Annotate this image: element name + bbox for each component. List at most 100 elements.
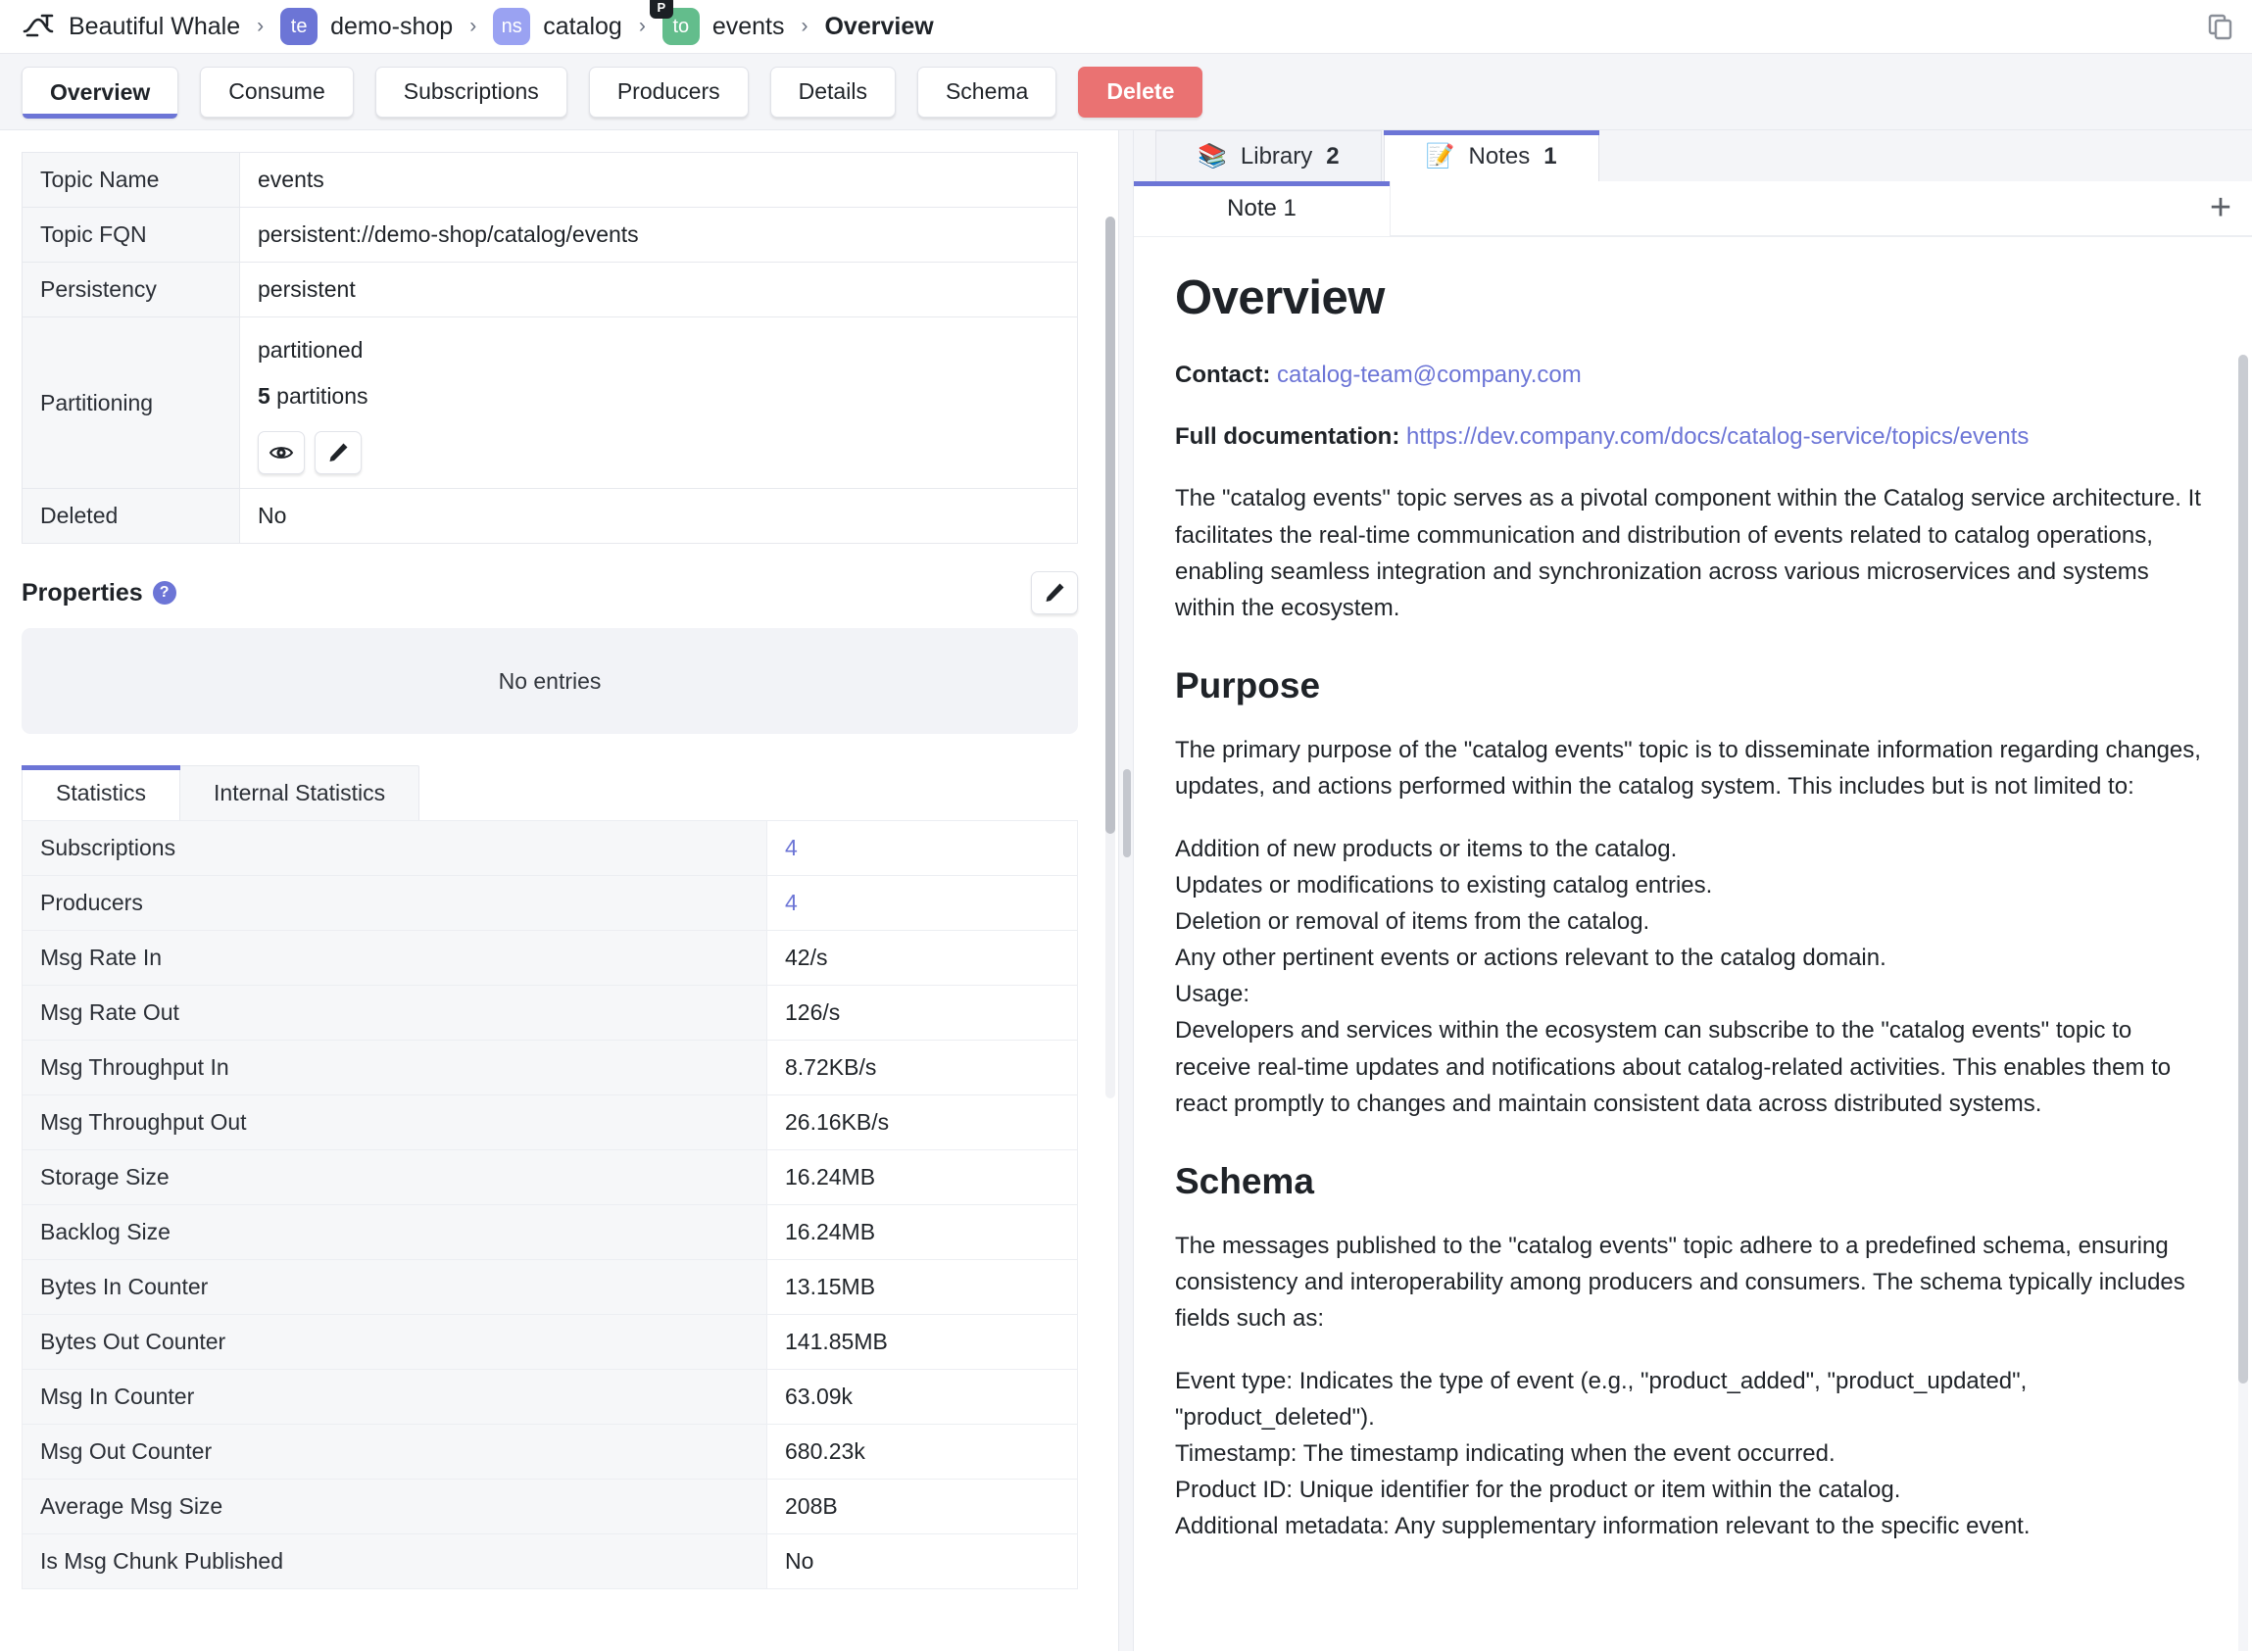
- properties-header: Properties ?: [22, 571, 1078, 614]
- breadcrumb-label-instance: Beautiful Whale: [69, 12, 241, 40]
- stat-key: Subscriptions: [22, 820, 767, 876]
- note-heading-purpose: Purpose: [1175, 665, 1321, 706]
- topic-badge-text: to: [672, 15, 690, 37]
- table-row: Msg Throughput In 8.72KB/s: [22, 1040, 1078, 1095]
- stat-value: 8.72KB/s: [766, 1040, 1078, 1095]
- properties-empty-state: No entries: [22, 628, 1078, 734]
- breadcrumb-separator: ›: [469, 15, 477, 37]
- breadcrumb-item-tenant[interactable]: te demo-shop: [280, 8, 453, 45]
- properties-title: Properties: [22, 578, 143, 607]
- tenant-badge: te: [280, 8, 318, 45]
- info-value-topic-name: events: [239, 152, 1078, 208]
- help-icon[interactable]: ?: [152, 581, 176, 605]
- stat-key: Is Msg Chunk Published: [22, 1533, 767, 1589]
- note-scrollbar[interactable]: [2238, 355, 2248, 1651]
- eye-icon[interactable]: [258, 431, 305, 474]
- table-row: Msg Out Counter 680.23k: [22, 1424, 1078, 1480]
- delete-button[interactable]: Delete: [1078, 66, 1203, 118]
- table-row: Storage Size 16.24MB: [22, 1149, 1078, 1205]
- tab-library-label: Library: [1240, 142, 1313, 170]
- statistics-table-body: Subscriptions 4 Producers 4 Msg Rate In 42/s M…: [22, 820, 1078, 1589]
- breadcrumb-label-current: Overview: [824, 12, 934, 40]
- breadcrumb-separator: ›: [257, 15, 265, 37]
- pane-splitter-handle[interactable]: [1118, 130, 1134, 1651]
- stat-value: 13.15MB: [766, 1259, 1078, 1315]
- stat-key: Storage Size: [22, 1149, 767, 1205]
- table-row: Persistency persistent: [22, 262, 1078, 317]
- contact-email-link[interactable]: catalog-team@company.com: [1277, 362, 1582, 388]
- statistics-table: Subscriptions 4 Producers 4 Msg Rate In 42/s M…: [22, 820, 1078, 1589]
- left-pane-scrollbar[interactable]: [1105, 217, 1115, 1098]
- table-row: Bytes In Counter 13.15MB: [22, 1259, 1078, 1315]
- pulsar-logo-icon: [22, 10, 55, 43]
- table-row: Producers 4: [22, 875, 1078, 931]
- topic-action-tabbar: Overview Consume Subscriptions Producers…: [0, 54, 2252, 130]
- stat-key: Msg Out Counter: [22, 1424, 767, 1480]
- stat-key: Backlog Size: [22, 1204, 767, 1260]
- tab-subscriptions[interactable]: Subscriptions: [374, 66, 567, 118]
- note-scrollbar-thumb[interactable]: [2238, 355, 2248, 1384]
- table-row: Bytes Out Counter 141.85MB: [22, 1314, 1078, 1370]
- stat-value: 16.24MB: [766, 1149, 1078, 1205]
- breadcrumb-separator: ›: [801, 15, 808, 37]
- tab-library[interactable]: 📚 Library 2: [1155, 130, 1382, 186]
- table-row: Msg In Counter 63.09k: [22, 1369, 1078, 1425]
- note-content: Overview Contact: catalog-team@company.c…: [1134, 237, 2252, 1651]
- info-key-deleted: Deleted: [22, 488, 240, 544]
- note-subtabrow: Note 1 +: [1134, 181, 2252, 237]
- subtab-note-1[interactable]: Note 1: [1134, 181, 1391, 236]
- stat-value: No: [766, 1533, 1078, 1589]
- note-heading-overview: Overview: [1175, 271, 1385, 324]
- tab-producers[interactable]: Producers: [588, 66, 749, 118]
- stat-value[interactable]: 4: [766, 820, 1078, 876]
- breadcrumb-label-tenant: demo-shop: [330, 12, 454, 40]
- tab-internal-statistics[interactable]: Internal Statistics: [180, 765, 420, 820]
- partitioning-actions: [258, 431, 1059, 474]
- stat-value[interactable]: 4: [766, 875, 1078, 931]
- info-key-topic-name: Topic Name: [22, 152, 240, 208]
- tab-consume[interactable]: Consume: [200, 66, 354, 118]
- properties-edit-button[interactable]: [1031, 571, 1078, 614]
- knowledge-tabrow: 📚 Library 2 📝 Notes 1: [1134, 130, 2252, 186]
- tab-notes[interactable]: 📝 Notes 1: [1383, 130, 1599, 181]
- partition-count-number: 5: [258, 383, 270, 409]
- note-heading-schema: Schema: [1175, 1161, 1314, 1201]
- stat-key: Msg Rate Out: [22, 985, 767, 1041]
- topic-badge: P to: [649, 0, 700, 45]
- info-value-deleted: No: [239, 488, 1078, 544]
- tab-details[interactable]: Details: [769, 66, 896, 118]
- table-row: Msg Rate Out 126/s: [22, 985, 1078, 1041]
- add-note-button[interactable]: +: [2189, 181, 2252, 236]
- breadcrumb-item-topic[interactable]: P to events: [649, 0, 785, 45]
- left-scrollbar-thumb[interactable]: [1105, 217, 1115, 834]
- pencil-icon[interactable]: [315, 431, 362, 474]
- stat-value: 680.23k: [766, 1424, 1078, 1480]
- breadcrumb-label-topic: events: [711, 12, 785, 40]
- stat-value: 42/s: [766, 930, 1078, 986]
- breadcrumb-item-namespace[interactable]: ns catalog: [493, 8, 622, 45]
- topic-details-pane: Topic Name events Topic FQN persistent:/…: [0, 130, 1118, 1651]
- table-row: Msg Rate In 42/s: [22, 930, 1078, 986]
- stat-value: 16.24MB: [766, 1204, 1078, 1260]
- info-value-partitioning: partitioned 5 partitions: [239, 316, 1078, 489]
- breadcrumb-item-instance[interactable]: Beautiful Whale: [69, 13, 240, 41]
- tab-overview[interactable]: Overview: [22, 66, 179, 119]
- knowledge-pane: 📚 Library 2 📝 Notes 1 Note 1 + Overview …: [1134, 130, 2252, 1651]
- stat-key: Msg Throughput In: [22, 1040, 767, 1095]
- documentation-link[interactable]: https://dev.company.com/docs/catalog-ser…: [1406, 423, 2029, 450]
- note-schema-paragraph: The messages published to the "catalog e…: [1175, 1233, 2185, 1333]
- stat-key: Msg In Counter: [22, 1369, 767, 1425]
- notepad-icon: 📝: [1425, 143, 1455, 170]
- breadcrumb-separator: ›: [638, 15, 646, 37]
- tab-library-count: 2: [1326, 142, 1340, 170]
- tab-schema[interactable]: Schema: [916, 66, 1057, 118]
- stat-value: 126/s: [766, 985, 1078, 1041]
- stat-key: Msg Rate In: [22, 930, 767, 986]
- info-key-topic-fqn: Topic FQN: [22, 207, 240, 263]
- note-contact-line: Contact: catalog-team@company.com: [1175, 357, 2211, 393]
- note-schema-list: Event type: Indicates the type of event …: [1175, 1367, 2031, 1540]
- tab-notes-label: Notes: [1468, 142, 1531, 170]
- tab-statistics[interactable]: Statistics: [22, 765, 181, 820]
- copy-icon[interactable]: [2203, 10, 2236, 43]
- pencil-icon[interactable]: [1031, 571, 1078, 614]
